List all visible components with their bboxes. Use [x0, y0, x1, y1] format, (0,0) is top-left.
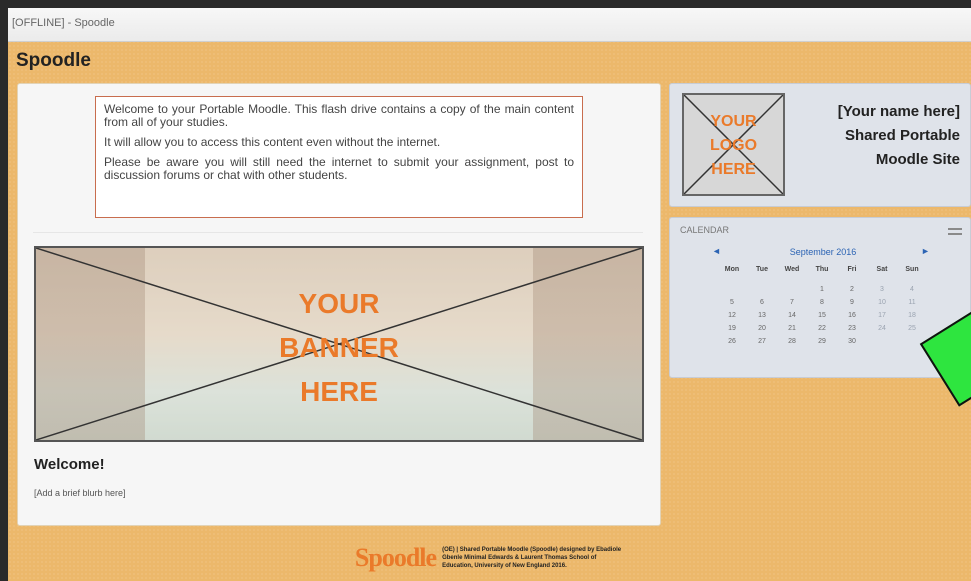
calendar-day[interactable]: 5 — [717, 296, 747, 309]
divider — [33, 232, 643, 233]
previous-month-arrow-icon[interactable]: ◄ — [712, 246, 721, 256]
calendar-day[interactable]: 6 — [747, 296, 777, 309]
calendar-day[interactable]: 3 — [867, 283, 897, 296]
site-info: [Your name here] Shared Portable Moodle … — [838, 100, 960, 172]
footer-logo: Spoodle — [354, 543, 437, 572]
banner-line: HERE — [300, 376, 378, 407]
calendar-day[interactable]: 20 — [747, 322, 777, 335]
calendar-day[interactable]: 25 — [897, 322, 927, 335]
logo-line: LOGO — [709, 137, 758, 154]
footer-content: Spoodle (OE) | Shared Portable Moodle (S… — [355, 543, 624, 573]
block-menu-icon[interactable] — [948, 228, 962, 235]
calendar-day-header: Thu — [815, 266, 829, 273]
calendar-day-header: Mon — [724, 266, 740, 273]
calendar-day-header: Wed — [784, 266, 800, 273]
banner-text: YOUR BANNER HERE — [36, 282, 642, 414]
logo-line: HERE — [711, 161, 756, 178]
calendar-day[interactable]: 21 — [777, 322, 807, 335]
banner-line: BANNER — [279, 332, 399, 363]
site-title[interactable]: Spoodle — [16, 50, 91, 72]
calendar-day[interactable]: 28 — [777, 335, 807, 348]
welcome-paragraph: Welcome to your Portable Moodle. This fl… — [104, 102, 574, 129]
logo-text: YOUR LOGO HERE — [684, 110, 783, 182]
site-info-line: Moodle Site — [875, 151, 960, 168]
footer: Spoodle (OE) | Shared Portable Moodle (S… — [8, 537, 971, 581]
calendar-day-header: Sat — [876, 266, 888, 273]
main-content-panel: Welcome to your Portable Moodle. This fl… — [17, 83, 661, 526]
calendar-day[interactable]: 22 — [807, 322, 837, 335]
calendar-day[interactable]: 10 — [867, 296, 897, 309]
blurb-text: [Add a brief blurb here] — [34, 488, 126, 498]
browser-window: [OFFLINE] - Spoodle Spoodle Welcome to y… — [8, 8, 971, 581]
calendar-day[interactable]: 4 — [897, 283, 927, 296]
calendar-day[interactable]: 18 — [897, 309, 927, 322]
calendar-day[interactable]: 2 — [837, 283, 867, 296]
calendar-day-header: Fri — [847, 266, 857, 273]
site-owner-name: [Your name here] — [837, 103, 960, 120]
logo-placeholder: YOUR LOGO HERE — [682, 93, 785, 196]
calendar-grid: Mon Tue Wed Thu Fri Sat Sun 1 2 3 4 5 6 7 8 9 10 1… — [717, 263, 927, 348]
calendar-empty-cell — [717, 283, 747, 296]
footer-credit: (OE) | Shared Portable Moodle (Spoodle) … — [442, 547, 622, 569]
calendar-day[interactable]: 11 — [897, 296, 927, 309]
calendar-day[interactable]: 16 — [837, 309, 867, 322]
calendar-day[interactable]: 27 — [747, 335, 777, 348]
welcome-paragraph: Please be aware you will still need the … — [104, 155, 574, 182]
calendar-day[interactable]: 7 — [777, 296, 807, 309]
calendar-empty-cell — [777, 283, 807, 296]
window-title: [OFFLINE] - Spoodle — [12, 17, 115, 29]
banner-placeholder: YOUR BANNER HERE — [34, 246, 644, 442]
calendar-day-header: Tue — [756, 266, 768, 273]
calendar-day[interactable]: 14 — [777, 309, 807, 322]
welcome-heading: Welcome! — [34, 456, 105, 473]
calendar-day[interactable]: 12 — [717, 309, 747, 322]
calendar-day[interactable]: 23 — [837, 322, 867, 335]
calendar-month-link[interactable]: September 2016 — [730, 247, 916, 257]
title-bar: [OFFLINE] - Spoodle — [8, 8, 971, 42]
site-info-line: Shared Portable — [844, 127, 960, 144]
logo-panel: YOUR LOGO HERE [Your name here] Shared P… — [669, 83, 971, 207]
logo-line: YOUR — [710, 113, 757, 130]
welcome-paragraph: It will allow you to access this content… — [104, 135, 441, 149]
calendar-title: CALENDAR — [680, 225, 730, 235]
calendar-day[interactable]: 1 — [807, 283, 837, 296]
next-month-arrow-icon[interactable]: ► — [921, 246, 930, 256]
calendar-empty-cell — [867, 335, 897, 348]
calendar-day[interactable]: 26 — [717, 335, 747, 348]
calendar-day[interactable]: 29 — [807, 335, 837, 348]
calendar-day[interactable]: 13 — [747, 309, 777, 322]
calendar-day-header: Sun — [905, 266, 919, 273]
calendar-day[interactable]: 15 — [807, 309, 837, 322]
calendar-day[interactable]: 9 — [837, 296, 867, 309]
calendar-day[interactable]: 17 — [867, 309, 897, 322]
calendar-day[interactable]: 24 — [867, 322, 897, 335]
calendar-empty-cell — [747, 283, 777, 296]
calendar-day[interactable]: 19 — [717, 322, 747, 335]
welcome-message-box: Welcome to your Portable Moodle. This fl… — [95, 96, 583, 218]
calendar-day[interactable]: 30 — [837, 335, 867, 348]
calendar-day[interactable]: 8 — [807, 296, 837, 309]
banner-line: YOUR — [298, 288, 380, 319]
